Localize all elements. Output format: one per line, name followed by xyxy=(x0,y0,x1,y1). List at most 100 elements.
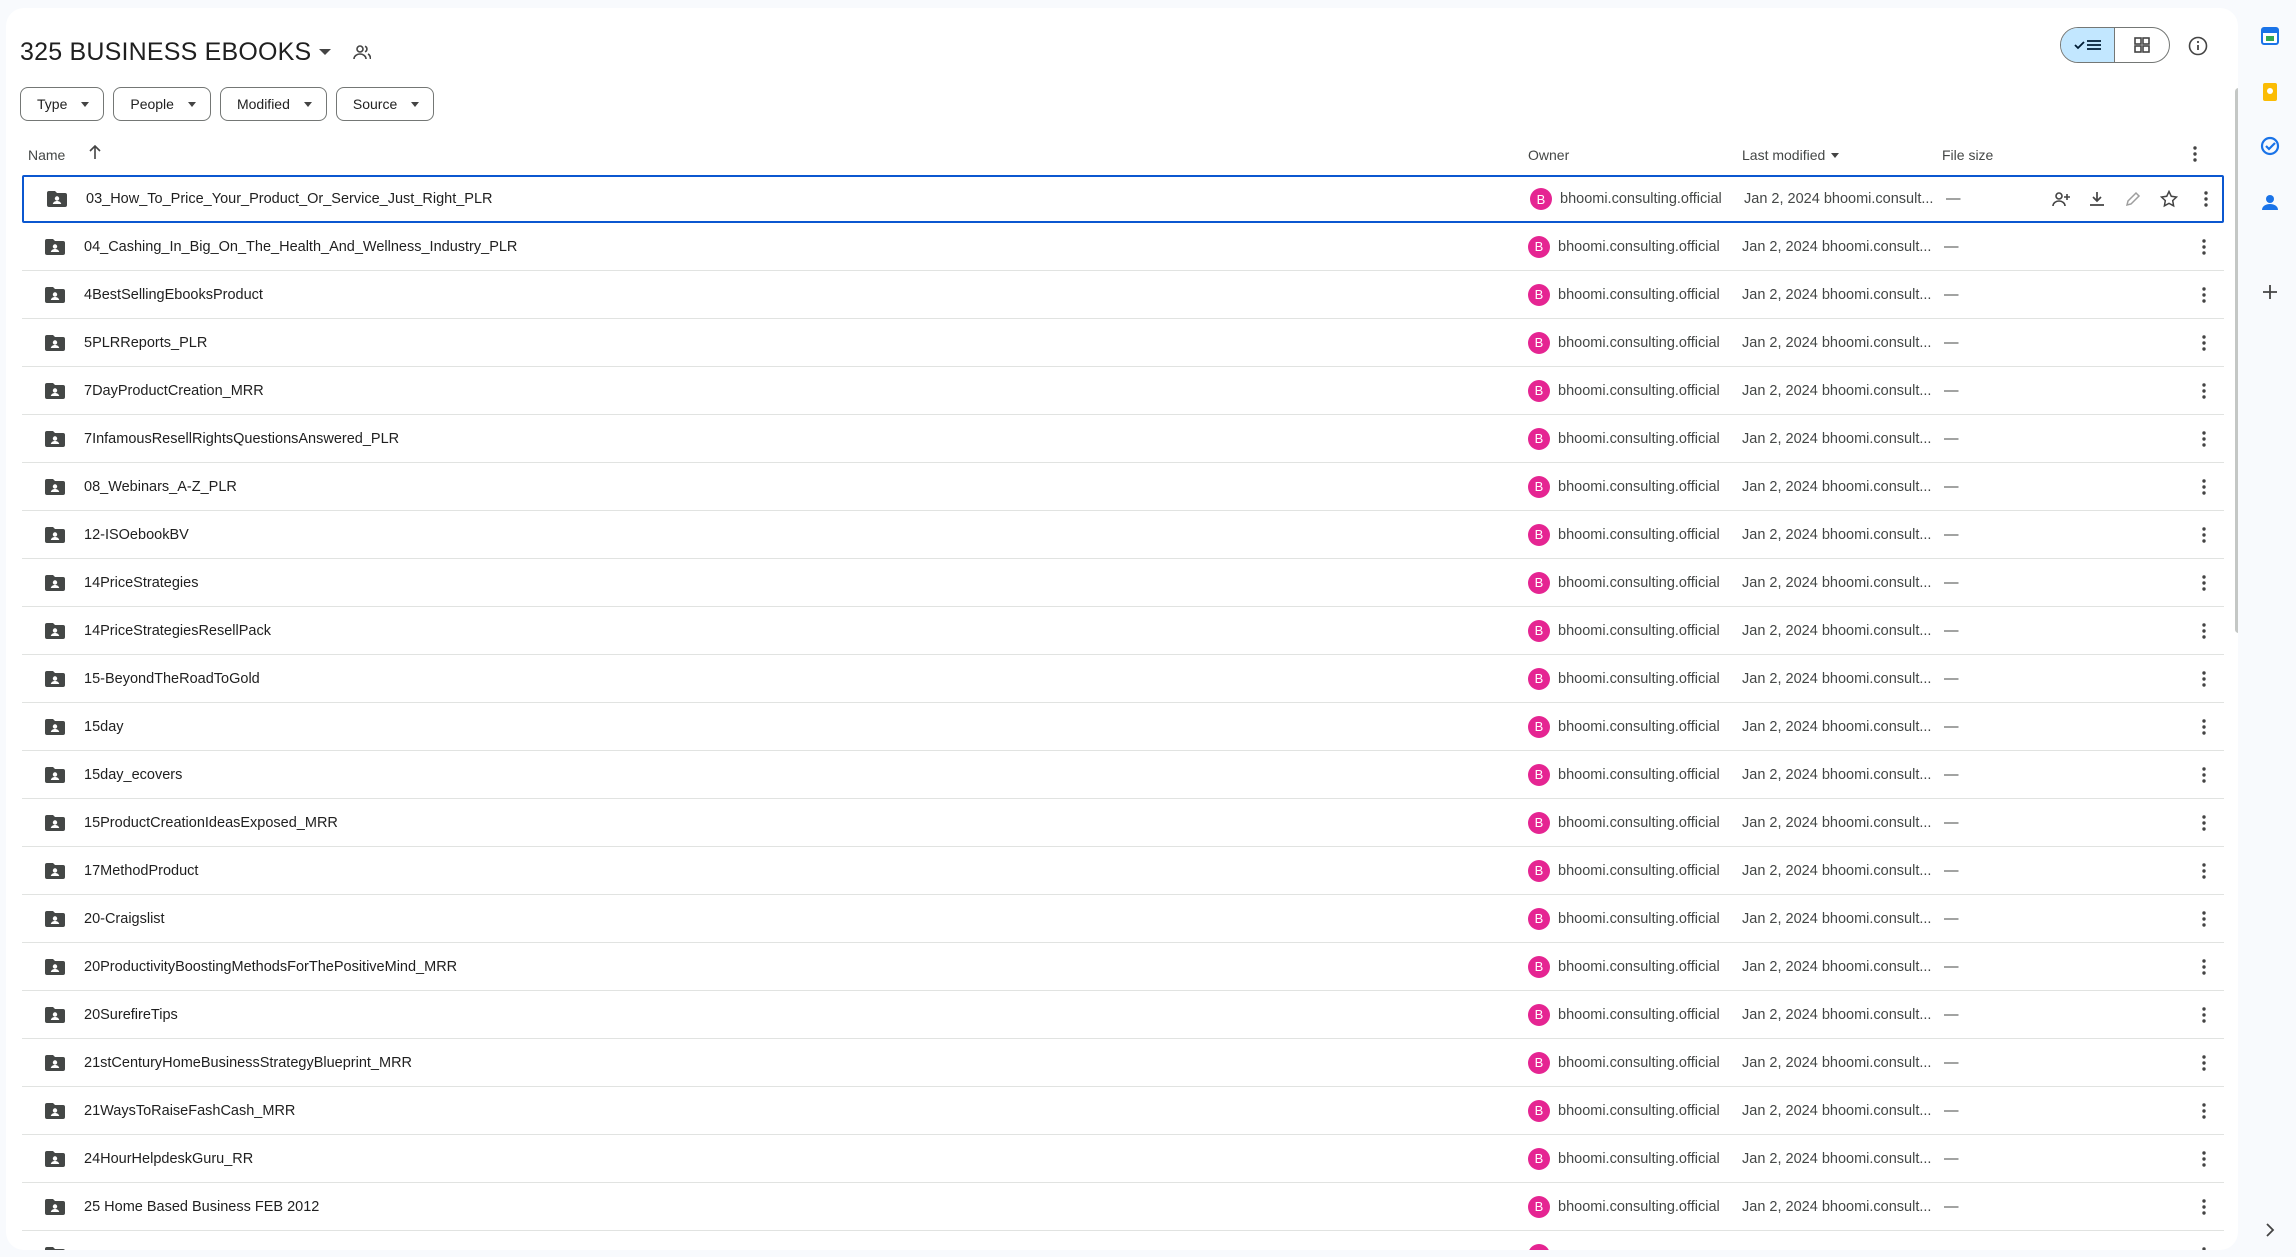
grid-view-button[interactable] xyxy=(2115,28,2169,62)
filter-modified-chip[interactable]: Modified xyxy=(219,87,327,121)
row-owner: bhoomi.consulting.official xyxy=(1558,670,1720,687)
download-icon[interactable] xyxy=(2085,187,2109,211)
more-vert-icon[interactable] xyxy=(2192,859,2216,883)
pencil-icon[interactable] xyxy=(2121,187,2145,211)
more-vert-icon[interactable] xyxy=(2192,1147,2216,1171)
more-vert-icon[interactable] xyxy=(2192,331,2216,355)
more-vert-icon[interactable] xyxy=(2192,235,2216,259)
row-name[interactable]: 4BestSellingEbooksProduct xyxy=(84,287,263,303)
more-vert-icon[interactable] xyxy=(2192,907,2216,931)
table-row[interactable]: B xyxy=(22,1231,2224,1250)
table-row[interactable]: 5PLRReports_PLR Bbhoomi.consulting.offici… xyxy=(22,319,2224,367)
info-icon[interactable] xyxy=(2186,34,2210,58)
more-vert-icon[interactable] xyxy=(2194,187,2218,211)
row-name[interactable]: 15day_ecovers xyxy=(84,767,182,783)
table-row[interactable]: 14PriceStrategiesResellPack Bbhoomi.consu… xyxy=(22,607,2224,655)
more-vert-icon[interactable] xyxy=(2192,475,2216,499)
row-name[interactable]: 20ProductivityBoostingMethodsForThePosit… xyxy=(84,959,457,975)
column-header-last-modified[interactable]: Last modified xyxy=(1742,147,1840,163)
row-name[interactable]: 20-Craigslist xyxy=(84,911,165,927)
calendar-icon[interactable] xyxy=(2258,24,2282,48)
filter-type-chip[interactable]: Type xyxy=(20,87,105,121)
row-name[interactable]: 14PriceStrategiesResellPack xyxy=(84,623,271,639)
filter-people-chip[interactable]: People xyxy=(113,87,211,121)
shared-folder-icon xyxy=(44,1102,66,1120)
table-row[interactable]: 21WaysToRaiseFashCash_MRR Bbhoomi.consult… xyxy=(22,1087,2224,1135)
chevron-right-icon[interactable] xyxy=(2258,1218,2282,1242)
more-vert-icon[interactable] xyxy=(2192,427,2216,451)
table-row[interactable]: 20-Craigslist Bbhoomi.consulting.official… xyxy=(22,895,2224,943)
row-name[interactable]: 15day xyxy=(84,719,124,735)
more-vert-icon[interactable] xyxy=(2192,1051,2216,1075)
more-vert-icon[interactable] xyxy=(2192,1243,2216,1250)
row-name[interactable]: 7DayProductCreation_MRR xyxy=(84,383,264,399)
row-name[interactable]: 14PriceStrategies xyxy=(84,575,198,591)
row-name[interactable]: 17MethodProduct xyxy=(84,863,198,879)
table-row[interactable]: 4BestSellingEbooksProduct Bbhoomi.consult… xyxy=(22,271,2224,319)
row-file-size: — xyxy=(1944,718,1959,735)
add-icon[interactable] xyxy=(2258,280,2282,304)
more-vert-icon[interactable] xyxy=(2192,763,2216,787)
more-vert-icon[interactable] xyxy=(2192,667,2216,691)
row-name[interactable]: 15ProductCreationIdeasExposed_MRR xyxy=(84,815,338,831)
column-options-more-vert-icon[interactable] xyxy=(2192,144,2198,167)
column-header-name[interactable]: Name xyxy=(28,147,65,163)
row-name[interactable]: 21stCenturyHomeBusinessStrategyBlueprint… xyxy=(84,1055,412,1071)
table-row[interactable]: 15-BeyondTheRoadToGold Bbhoomi.consulting… xyxy=(22,655,2224,703)
row-name[interactable]: 03_How_To_Price_Your_Product_Or_Service_… xyxy=(86,191,493,207)
more-vert-icon[interactable] xyxy=(2192,283,2216,307)
table-row[interactable]: 04_Cashing_In_Big_On_The_Health_And_Well… xyxy=(22,223,2224,271)
row-name[interactable]: 15-BeyondTheRoadToGold xyxy=(84,671,260,687)
star-icon[interactable] xyxy=(2157,187,2181,211)
shared-people-icon[interactable] xyxy=(353,42,373,62)
row-name[interactable]: 7InfamousResellRightsQuestionsAnswered_P… xyxy=(84,431,399,447)
row-name[interactable]: 21WaysToRaiseFashCash_MRR xyxy=(84,1103,295,1119)
table-row[interactable]: 20SurefireTips Bbhoomi.consulting.officia… xyxy=(22,991,2224,1039)
row-name[interactable]: 08_Webinars_A-Z_PLR xyxy=(84,479,237,495)
table-row[interactable]: 12-ISOebookBV Bbhoomi.consulting.official… xyxy=(22,511,2224,559)
more-vert-icon[interactable] xyxy=(2192,379,2216,403)
shared-folder-icon xyxy=(46,190,68,208)
filter-source-chip[interactable]: Source xyxy=(335,87,435,121)
row-name[interactable]: 25 Home Based Business FEB 2012 xyxy=(84,1199,319,1215)
table-row[interactable]: 24HourHelpdeskGuru_RR Bbhoomi.consulting.… xyxy=(22,1135,2224,1183)
list-view-button[interactable] xyxy=(2061,28,2116,62)
contacts-icon[interactable] xyxy=(2258,190,2282,214)
row-name[interactable]: 12-ISOebookBV xyxy=(84,527,189,543)
row-name[interactable]: 24HourHelpdeskGuru_RR xyxy=(84,1151,253,1167)
folder-title[interactable]: 325 BUSINESS EBOOKS xyxy=(20,38,311,67)
title-caret-down-icon[interactable] xyxy=(319,49,332,55)
table-row[interactable]: 7DayProductCreation_MRR Bbhoomi.consultin… xyxy=(22,367,2224,415)
table-row[interactable]: 08_Webinars_A-Z_PLR Bbhoomi.consulting.of… xyxy=(22,463,2224,511)
add-person-icon[interactable] xyxy=(2049,187,2073,211)
row-name[interactable]: 04_Cashing_In_Big_On_The_Health_And_Well… xyxy=(84,239,517,255)
row-name[interactable]: 20SurefireTips xyxy=(84,1007,178,1023)
more-vert-icon[interactable] xyxy=(2192,1195,2216,1219)
avatar: B xyxy=(1528,667,1550,690)
tasks-icon[interactable] xyxy=(2258,134,2282,158)
table-row[interactable]: 15ProductCreationIdeasExposed_MRR Bbhoomi… xyxy=(22,799,2224,847)
more-vert-icon[interactable] xyxy=(2192,955,2216,979)
table-row[interactable]: 03_How_To_Price_Your_Product_Or_Service_… xyxy=(22,175,2224,223)
table-row[interactable]: 25 Home Based Business FEB 2012 Bbhoomi.c… xyxy=(22,1183,2224,1231)
table-row[interactable]: 21stCenturyHomeBusinessStrategyBlueprint… xyxy=(22,1039,2224,1087)
table-row[interactable]: 20ProductivityBoostingMethodsForThePosit… xyxy=(22,943,2224,991)
more-vert-icon[interactable] xyxy=(2192,523,2216,547)
more-vert-icon[interactable] xyxy=(2192,571,2216,595)
more-vert-icon[interactable] xyxy=(2192,1099,2216,1123)
table-row[interactable]: 15day Bbhoomi.consulting.official Jan 2, 2… xyxy=(22,703,2224,751)
more-vert-icon[interactable] xyxy=(2192,619,2216,643)
more-vert-icon[interactable] xyxy=(2192,715,2216,739)
table-row[interactable]: 7InfamousResellRightsQuestionsAnswered_P… xyxy=(22,415,2224,463)
more-vert-icon[interactable] xyxy=(2192,811,2216,835)
keep-icon[interactable] xyxy=(2258,80,2282,104)
row-owner: bhoomi.consulting.official xyxy=(1558,430,1720,447)
sort-arrow-up-icon[interactable] xyxy=(88,144,102,163)
avatar: B xyxy=(1528,1147,1550,1170)
vertical-scrollbar[interactable] xyxy=(2235,88,2238,633)
row-name[interactable]: 5PLRReports_PLR xyxy=(84,335,207,351)
more-vert-icon[interactable] xyxy=(2192,1003,2216,1027)
table-row[interactable]: 15day_ecovers Bbhoomi.consulting.official… xyxy=(22,751,2224,799)
table-row[interactable]: 14PriceStrategies Bbhoomi.consulting.offi… xyxy=(22,559,2224,607)
table-row[interactable]: 17MethodProduct Bbhoomi.consulting.offici… xyxy=(22,847,2224,895)
